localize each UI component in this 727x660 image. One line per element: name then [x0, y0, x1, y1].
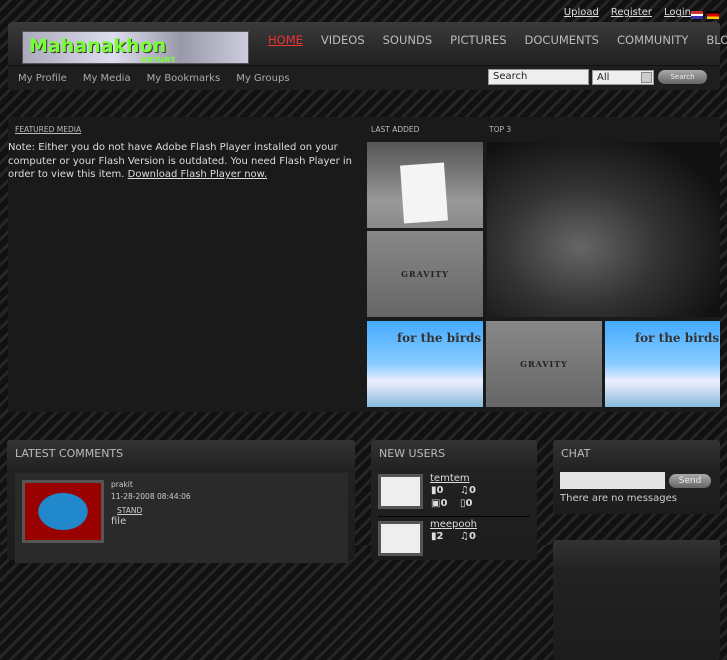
media-thumbnail[interactable]: GRAVITY: [486, 321, 602, 407]
chevron-down-icon: [641, 72, 652, 83]
count: 0: [440, 498, 448, 509]
search-button[interactable]: Search: [658, 70, 707, 84]
media-thumbnail[interactable]: for the birds: [367, 321, 483, 407]
featured-panel: FEATURED MEDIA LAST ADDED TOP 3 Note: Ei…: [8, 117, 720, 412]
comment-date: 11-28-2008 08:44:06: [111, 492, 191, 501]
user-avatar[interactable]: [378, 474, 423, 509]
thumb-label: GRAVITY: [520, 359, 568, 369]
search-input[interactable]: Search: [488, 69, 589, 85]
media-thumbnail[interactable]: GRAVITY: [367, 231, 483, 317]
picture-count: ▣0: [431, 498, 448, 509]
thumb-label: GRAVITY: [401, 269, 449, 279]
top-links: Upload Register Login: [564, 7, 691, 18]
my-groups-link[interactable]: My Groups: [236, 73, 289, 84]
english-flag-icon[interactable]: [691, 11, 703, 19]
commenter-avatar[interactable]: [22, 480, 104, 543]
login-link[interactable]: Login: [664, 7, 691, 18]
video-count: ▮0: [431, 485, 444, 496]
thumb-label: for the birds: [397, 331, 482, 345]
nav-documents[interactable]: DOCUMENTS: [525, 33, 599, 47]
media-thumbnail[interactable]: [367, 142, 483, 228]
german-flag-icon[interactable]: [707, 11, 719, 19]
comment-item: prakit 11-28-2008 08:44:06 STAND file: [15, 473, 348, 563]
chat-input[interactable]: [560, 472, 665, 489]
sound-count: ♫0: [460, 531, 476, 542]
top3-tab[interactable]: TOP 3: [489, 125, 511, 134]
comment-text: file: [111, 516, 127, 527]
nav-pictures[interactable]: PICTURES: [450, 33, 506, 47]
filter-value: All: [597, 72, 610, 83]
nav-sounds[interactable]: SOUNDS: [383, 33, 433, 47]
count: 0: [468, 485, 476, 496]
my-bookmarks-link[interactable]: My Bookmarks: [147, 73, 221, 84]
count: 0: [465, 498, 473, 509]
latest-comments-panel: LATEST COMMENTS prakit 11-28-2008 08:44:…: [7, 440, 355, 563]
count: 2: [436, 531, 444, 542]
sub-nav: My Profile My Media My Bookmarks My Grou…: [18, 73, 290, 84]
media-thumbnail[interactable]: for the birds: [605, 321, 720, 407]
my-profile-link[interactable]: My Profile: [18, 73, 67, 84]
logo-subtext: มหานคร: [141, 55, 175, 64]
my-media-link[interactable]: My Media: [83, 73, 131, 84]
chat-empty-message: There are no messages: [560, 493, 677, 504]
sub-nav-bar: My Profile My Media My Bookmarks My Grou…: [8, 65, 720, 90]
document-count: ▯0: [460, 498, 473, 509]
new-users-panel: NEW USERS temtem ▮0 ♫0 ▣0 ▯0 meepooh ▮2 …: [371, 440, 537, 560]
comment-user[interactable]: prakit: [111, 480, 133, 489]
flash-note: Note: Either you do not have Adobe Flash…: [8, 141, 366, 182]
user-name-link[interactable]: temtem: [430, 473, 470, 484]
user-name-link[interactable]: meepooh: [430, 519, 477, 530]
nav-videos[interactable]: VIDEOS: [321, 33, 365, 47]
side-panel: [553, 540, 720, 660]
upload-link[interactable]: Upload: [564, 7, 599, 18]
featured-media-tab[interactable]: FEATURED MEDIA: [15, 125, 81, 134]
register-link[interactable]: Register: [611, 7, 652, 18]
count: 0: [436, 485, 444, 496]
nav-community[interactable]: COMMUNITY: [617, 33, 688, 47]
download-flash-link[interactable]: Download Flash Player now.: [128, 169, 267, 180]
divider: [378, 516, 530, 517]
comment-media-link[interactable]: STAND: [117, 506, 142, 515]
video-count: ▮2: [431, 531, 444, 542]
sound-count: ♫0: [460, 485, 476, 496]
chat-title: CHAT: [561, 447, 591, 460]
chat-panel: CHAT Send There are no messages: [553, 440, 720, 514]
latest-comments-title: LATEST COMMENTS: [15, 447, 124, 460]
header: Mahanakhon มหานคร HOME VIDEOS SOUNDS PICT…: [8, 22, 727, 90]
logo[interactable]: Mahanakhon มหานคร: [22, 31, 249, 64]
main-nav: HOME VIDEOS SOUNDS PICTURES DOCUMENTS CO…: [268, 33, 727, 47]
send-button[interactable]: Send: [669, 474, 711, 488]
last-added-tab[interactable]: LAST ADDED: [371, 125, 419, 134]
search-filter-select[interactable]: All: [592, 70, 654, 85]
user-avatar[interactable]: [378, 521, 423, 556]
new-users-title: NEW USERS: [379, 447, 446, 460]
thumb-label: for the birds: [635, 331, 720, 345]
count: 0: [468, 531, 476, 542]
nav-blog[interactable]: BLOG: [706, 33, 727, 47]
top-media-thumbnail[interactable]: [487, 142, 720, 317]
nav-home[interactable]: HOME: [268, 33, 303, 47]
